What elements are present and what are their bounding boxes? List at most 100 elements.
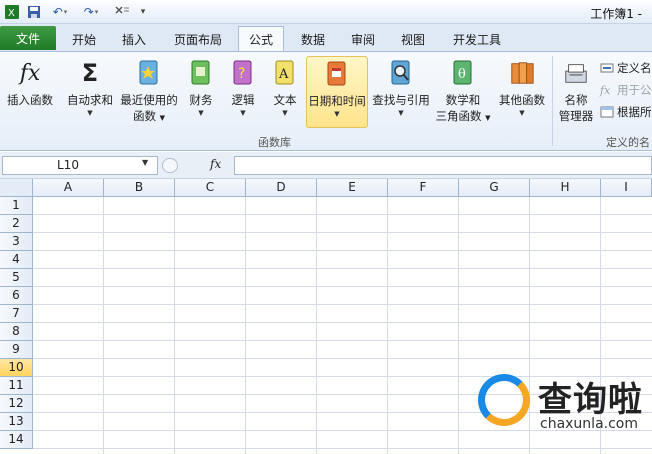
- use-in-formula-label: 用于公: [617, 83, 652, 97]
- insert-function-icon: fx: [19, 60, 41, 86]
- more-functions-icon: [509, 58, 535, 88]
- recent-functions-label-2: 函数 ▼: [132, 109, 166, 123]
- math-trig-icon: θ: [450, 58, 476, 88]
- row-header-8[interactable]: 8: [0, 323, 33, 341]
- text-functions-button[interactable]: A 文本 ▼: [266, 56, 304, 128]
- row-header-3[interactable]: 3: [0, 233, 33, 251]
- tab-home[interactable]: 开始: [62, 28, 106, 51]
- qat-dropdown-icon[interactable]: ▾: [138, 4, 148, 20]
- formula-bar-resize-icon[interactable]: [162, 158, 178, 173]
- chevron-down-icon: ▼: [334, 110, 340, 118]
- more-functions-button[interactable]: 其他函数 ▼: [494, 56, 550, 128]
- create-from-selection-label: 根据所: [617, 105, 652, 119]
- lookup-reference-button[interactable]: 查找与引用 ▼: [370, 56, 432, 128]
- tab-developer[interactable]: 开发工具: [444, 28, 510, 51]
- formula-input[interactable]: [234, 156, 652, 175]
- column-header-f[interactable]: F: [388, 179, 459, 197]
- watermark-text: 查询啦: [538, 380, 643, 420]
- row-header-12[interactable]: 12: [0, 395, 33, 413]
- redo-icon[interactable]: ↷ ▾: [80, 4, 102, 20]
- row-header-7[interactable]: 7: [0, 305, 33, 323]
- chevron-down-icon: ▼: [240, 109, 246, 117]
- tab-insert[interactable]: 插入: [112, 28, 156, 51]
- date-time-label: 日期和时间: [308, 94, 366, 108]
- chaxunla-logo-icon: [478, 374, 530, 426]
- insert-function-fx-icon[interactable]: fx: [210, 157, 221, 171]
- watermark: 查询啦 chaxunla.com: [478, 372, 652, 454]
- logical-icon: ?: [230, 58, 256, 88]
- autosum-label: 自动求和: [67, 93, 113, 107]
- column-header-h[interactable]: H: [530, 179, 601, 197]
- math-trig-label: 数学和: [445, 93, 481, 107]
- define-name-label: 定义名: [617, 61, 652, 75]
- column-header-c[interactable]: C: [175, 179, 246, 197]
- date-time-icon: [324, 59, 350, 89]
- chevron-down-icon: ▼: [282, 109, 288, 117]
- column-header-e[interactable]: E: [317, 179, 388, 197]
- row-header-4[interactable]: 4: [0, 251, 33, 269]
- lookup-reference-label: 查找与引用: [372, 93, 430, 107]
- name-manager-label: 名称: [564, 93, 588, 107]
- use-in-formula-icon: fx: [600, 84, 611, 97]
- tab-file[interactable]: 文件: [0, 26, 56, 50]
- column-header-i[interactable]: I: [601, 179, 652, 197]
- excel-app-icon[interactable]: X: [4, 4, 20, 20]
- save-icon[interactable]: [26, 4, 42, 20]
- select-all-corner[interactable]: [0, 179, 33, 197]
- row-header-2[interactable]: 2: [0, 215, 33, 233]
- tab-data[interactable]: 数据: [292, 28, 334, 51]
- math-trig-label-2: 三角函数 ▼: [435, 109, 491, 123]
- insert-function-label: 插入函数: [7, 93, 53, 107]
- row-header-9[interactable]: 9: [0, 341, 33, 359]
- financial-label: 财务: [189, 93, 213, 107]
- tab-formulas[interactable]: 公式: [238, 26, 284, 52]
- autosum-button[interactable]: Σ 自动求和 ▼: [64, 56, 116, 128]
- financial-icon: [188, 58, 214, 88]
- name-box[interactable]: L10: [2, 156, 158, 175]
- tab-page-layout[interactable]: 页面布局: [166, 28, 230, 51]
- more-functions-label: 其他函数: [499, 93, 545, 107]
- lookup-reference-icon: [388, 58, 414, 88]
- row-header-6[interactable]: 6: [0, 287, 33, 305]
- chevron-down-icon: ▼: [398, 109, 404, 117]
- row-header-13[interactable]: 13: [0, 413, 33, 431]
- row-header-1[interactable]: 1: [0, 197, 33, 215]
- logical-label: 逻辑: [231, 93, 255, 107]
- chevron-down-icon: ▼: [519, 109, 525, 117]
- title-bar: X ↶ ▾ ↷ ▾ ▾ 工作簿1 -: [0, 0, 652, 24]
- tab-view[interactable]: 视图: [392, 28, 434, 51]
- math-trig-button[interactable]: θ 数学和 三角函数 ▼: [434, 56, 492, 128]
- chevron-down-icon: ▼: [87, 109, 93, 117]
- svg-text:X: X: [8, 8, 15, 19]
- insert-function-button[interactable]: fx 插入函数: [2, 56, 58, 128]
- recent-functions-label: 最近使用的: [120, 93, 178, 107]
- defined-names-group-label: 定义的名: [606, 136, 650, 149]
- column-header-d[interactable]: D: [246, 179, 317, 197]
- date-time-button[interactable]: 日期和时间 ▼: [306, 56, 368, 128]
- undo-icon[interactable]: ↶ ▾: [50, 4, 70, 20]
- svg-text:θ: θ: [458, 67, 466, 82]
- define-name-button[interactable]: 定义名: [600, 59, 652, 77]
- name-box-dropdown-icon[interactable]: ▼: [142, 158, 148, 167]
- autosum-icon: Σ: [81, 59, 99, 87]
- financial-button[interactable]: 财务 ▼: [182, 56, 220, 128]
- logical-button[interactable]: ? 逻辑 ▼: [224, 56, 262, 128]
- row-header-14[interactable]: 14: [0, 431, 33, 449]
- column-header-g[interactable]: G: [459, 179, 530, 197]
- row-header-10[interactable]: 10: [0, 359, 33, 377]
- name-manager-button[interactable]: 名称 管理器: [556, 56, 596, 128]
- watermark-url: chaxunla.com: [540, 416, 638, 432]
- customize-qat-icon[interactable]: [112, 4, 132, 20]
- name-manager-label-2: 管理器: [558, 109, 594, 123]
- chevron-down-icon: ▼: [198, 109, 204, 117]
- create-from-selection-button[interactable]: 根据所: [600, 103, 652, 121]
- name-manager-icon: [563, 58, 589, 88]
- column-header-b[interactable]: B: [104, 179, 175, 197]
- column-header-a[interactable]: A: [33, 179, 104, 197]
- use-in-formula-button[interactable]: fx 用于公: [600, 81, 652, 99]
- tab-review[interactable]: 审阅: [342, 28, 384, 51]
- row-header-11[interactable]: 11: [0, 377, 33, 395]
- row-header-5[interactable]: 5: [0, 269, 33, 287]
- recent-functions-button[interactable]: 最近使用的 函数 ▼: [118, 56, 180, 128]
- text-functions-label: 文本: [273, 93, 297, 107]
